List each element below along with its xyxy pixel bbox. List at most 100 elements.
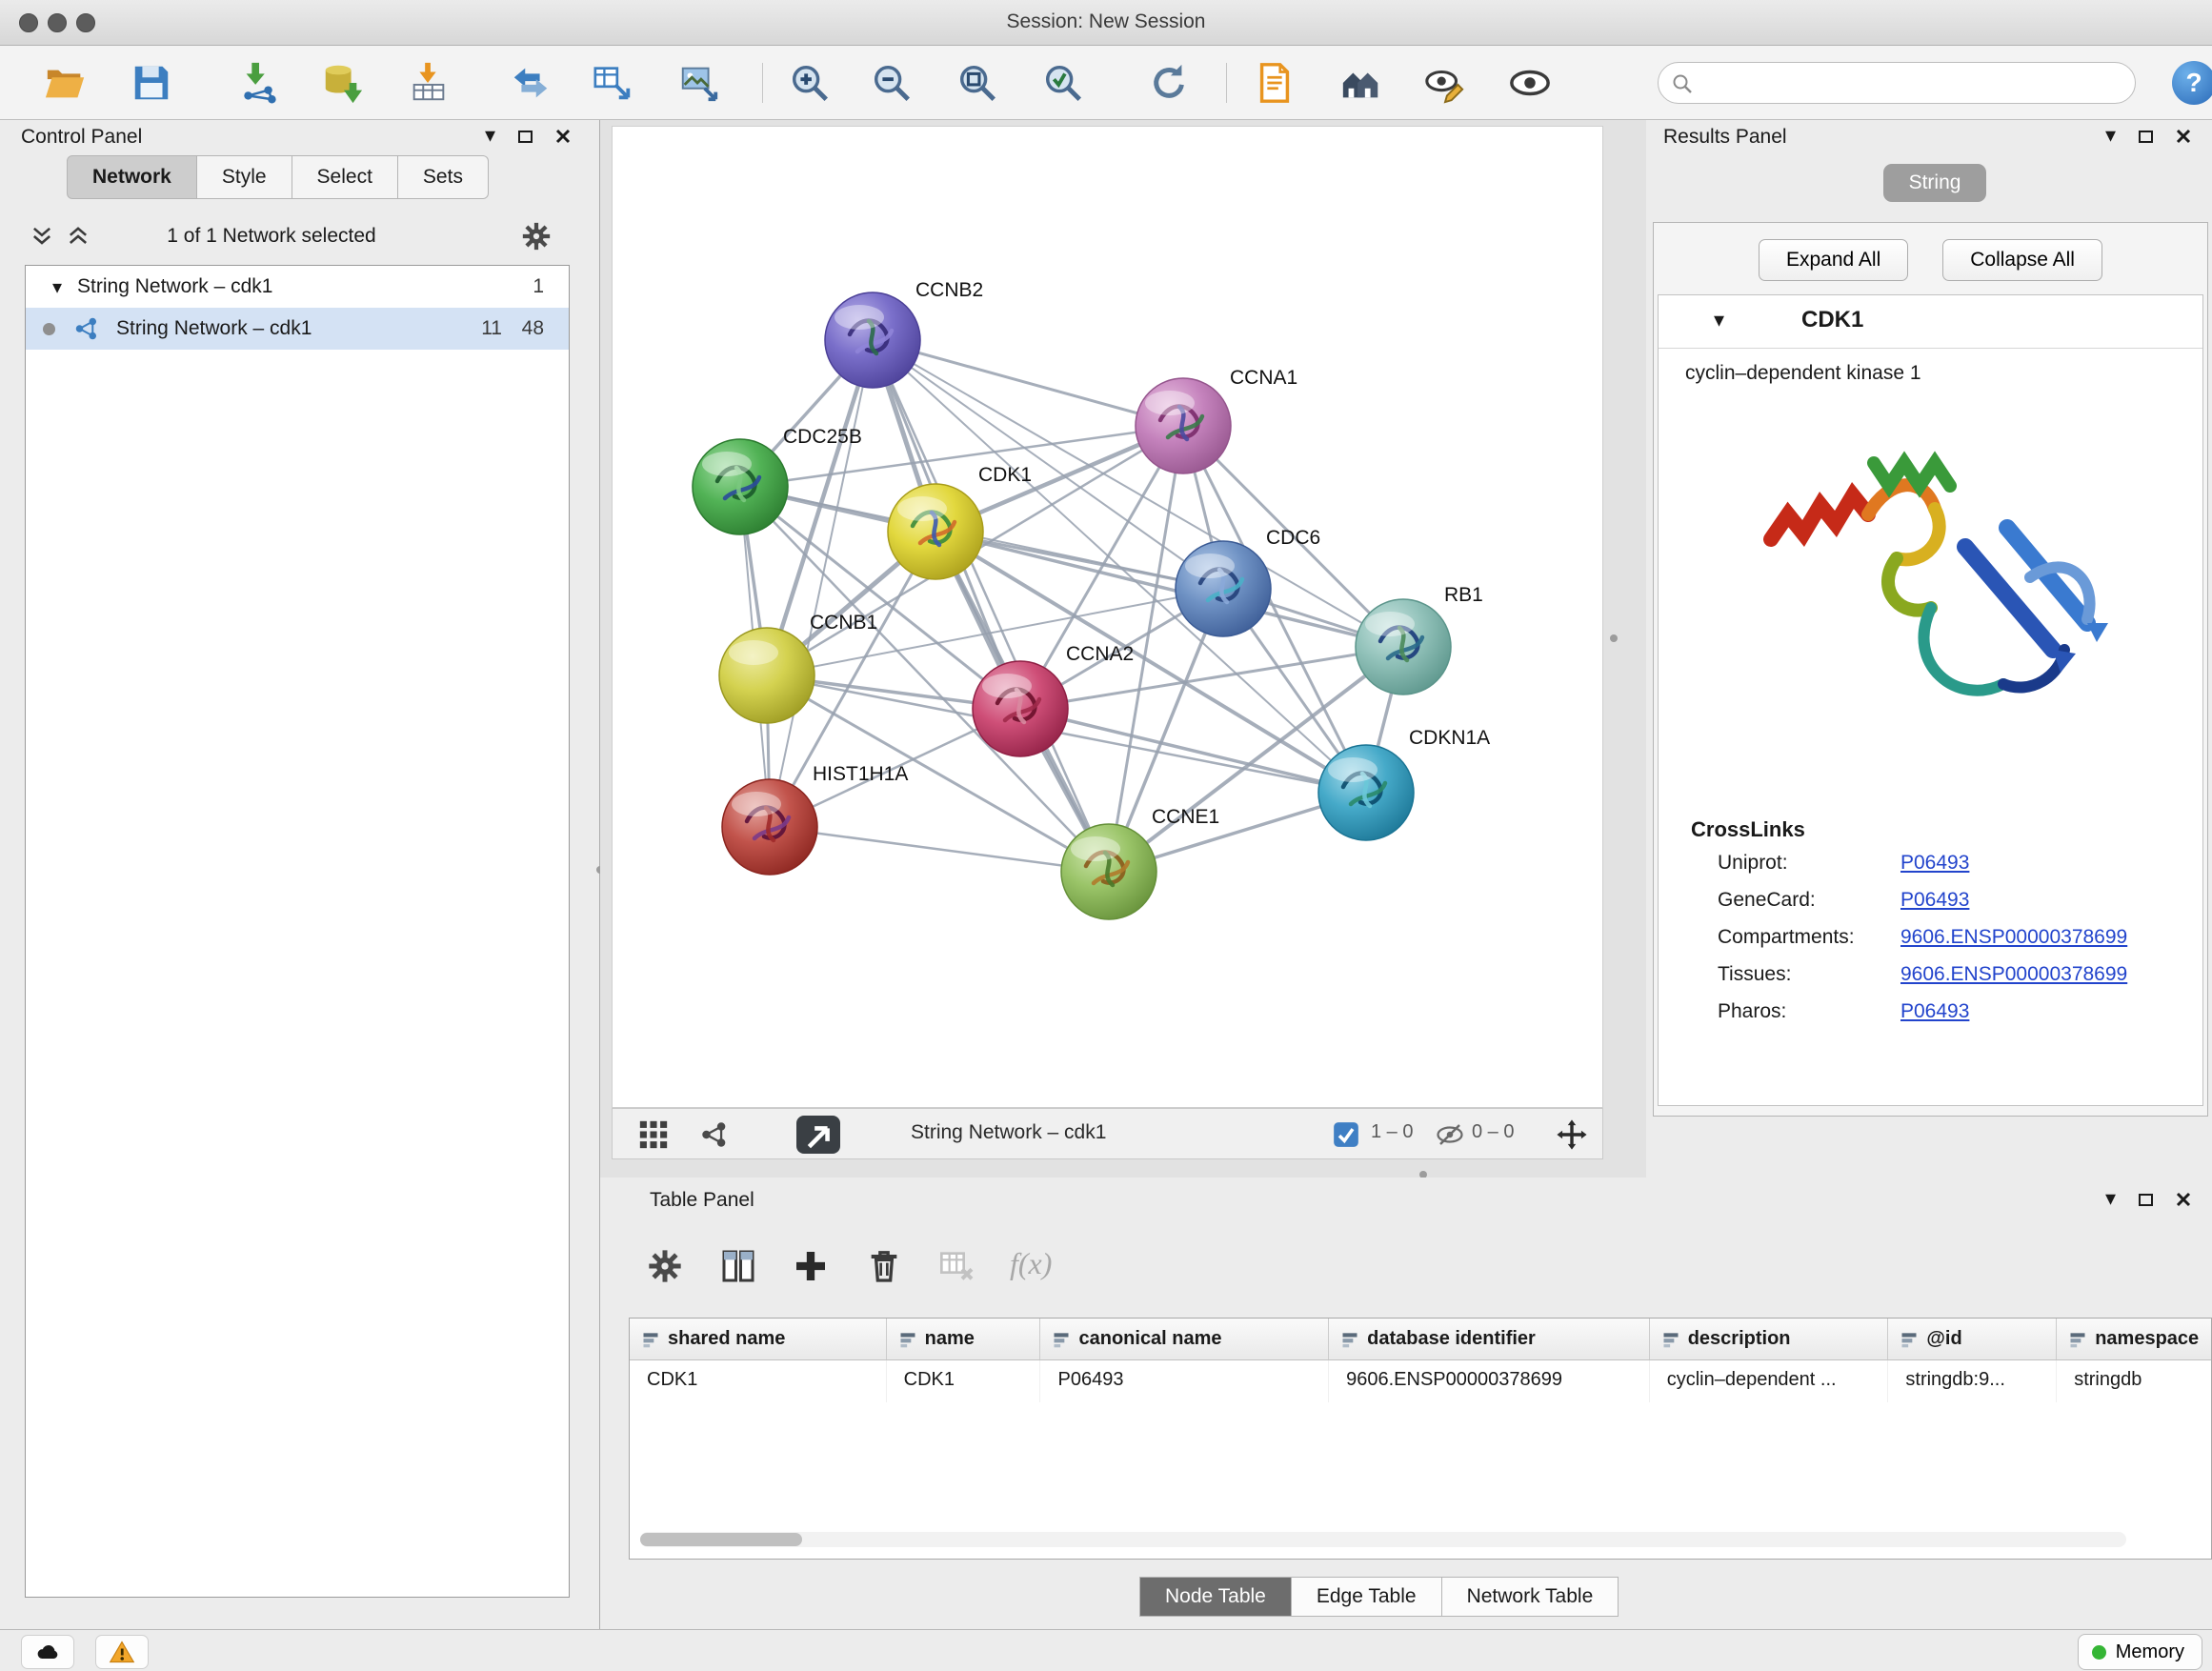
open-session-icon[interactable] [44,60,90,106]
collapse-all-button[interactable]: Collapse All [1942,239,2102,281]
memory-button[interactable]: Memory [2078,1634,2202,1670]
network-options-gear-icon[interactable] [520,220,553,252]
tab-style[interactable]: Style [197,155,292,199]
cloud-icon [33,1639,62,1665]
network-collection-row[interactable]: ▾ String Network – cdk1 1 [26,266,569,308]
crosslinks-title: CrossLinks [1691,817,2202,842]
scrollbar-thumb[interactable] [640,1533,802,1546]
network-edge[interactable] [770,340,873,827]
import-table-icon[interactable] [407,60,452,106]
float-panel-icon[interactable] [2139,1194,2153,1206]
column-header-namespace[interactable]: namespace [2057,1319,2211,1359]
delete-column-trash-icon[interactable] [865,1247,903,1285]
birdseye-export-button[interactable] [796,1116,840,1154]
function-builder-icon[interactable]: f(x) [1010,1246,1052,1281]
tab-sets[interactable]: Sets [398,155,489,199]
merge-networks-icon[interactable] [592,60,637,106]
network-node-cdkn1a[interactable]: CDKN1A [1318,727,1490,840]
status-bar: Memory [0,1629,2212,1671]
network-from-selection-icon[interactable] [509,60,554,106]
network-canvas[interactable]: CCNB2CCNA1CDC25BCDK1CDC6RB1CCNB1CCNA2CDK… [612,126,1603,1108]
gene-section-header[interactable]: ▾ CDK1 [1659,295,2202,349]
column-header-database-identifier[interactable]: database identifier [1329,1319,1650,1359]
close-panel-icon[interactable] [2176,1192,2191,1207]
disclosure-triangle-icon[interactable]: ▾ [1714,309,1724,332]
network-row-selected[interactable]: String Network – cdk1 11 48 [26,308,569,350]
node-label: CDK1 [978,464,1032,486]
string-results-box: Expand All Collapse All ▾ CDK1 cyclin–de… [1653,222,2208,1117]
zoom-out-icon[interactable] [870,60,915,106]
crosslink-genecard-link[interactable]: P06493 [1900,889,1969,911]
network-graph[interactable]: CCNB2CCNA1CDC25BCDK1CDC6RB1CCNB1CCNA2CDK… [613,127,1604,1109]
network-node-hist1h1a[interactable]: HIST1H1A [722,763,908,875]
expand-all-button[interactable]: Expand All [1759,239,1908,281]
tab-node-table[interactable]: Node Table [1139,1577,1292,1617]
crosslink-uniprot-link[interactable]: P06493 [1900,852,1969,874]
column-header-canonical-name[interactable]: canonical name [1040,1319,1329,1359]
float-panel-icon[interactable] [2139,131,2153,143]
tab-select[interactable]: Select [292,155,398,199]
column-header-description[interactable]: description [1650,1319,1889,1359]
table-row[interactable]: CDK1 CDK1 P06493 9606.ENSP00000378699 cy… [630,1360,2211,1402]
network-edge[interactable] [1020,709,1366,793]
selected-items-checkbox-icon [1333,1121,1359,1148]
network-node-ccna1[interactable]: CCNA1 [1136,367,1297,473]
save-session-icon[interactable] [130,60,175,106]
export-image-icon[interactable] [677,60,723,106]
collapse-panel-icon[interactable]: ▾ [485,126,495,147]
tab-network[interactable]: Network [67,155,197,199]
disclosure-triangle-icon[interactable]: ▾ [52,275,62,298]
home-networks-icon[interactable] [1339,60,1385,106]
panel-resize-grip[interactable] [1610,634,1618,642]
network-edge[interactable] [770,827,1109,872]
zoom-selected-icon[interactable] [1041,60,1087,106]
zoom-in-icon[interactable] [788,60,834,106]
show-view-icon[interactable] [1508,60,1554,106]
node-table: shared name name canonical name database… [629,1318,2212,1560]
network-edge[interactable] [873,340,1109,872]
hide-labels-icon[interactable] [1423,60,1469,106]
string-results-tab[interactable]: String [1883,164,1986,202]
cell-namespace: stringdb [2057,1360,2211,1402]
create-column-plus-icon[interactable] [792,1247,830,1285]
column-header-name[interactable]: name [887,1319,1041,1359]
network-node-cdc25b[interactable]: CDC25B [693,426,862,534]
network-selection-row: 1 of 1 Network selected [0,215,600,259]
network-node-cdk1[interactable]: CDK1 [888,464,1032,579]
collapse-panel-icon[interactable]: ▾ [2105,1189,2116,1210]
network-node-ccnb1[interactable]: CCNB1 [719,612,877,723]
show-columns-icon[interactable] [719,1247,757,1285]
annotation-document-icon[interactable] [1253,60,1298,106]
horizontal-scrollbar[interactable] [640,1532,2126,1547]
network-node-rb1[interactable]: RB1 [1356,584,1483,695]
zoom-fit-icon[interactable] [955,60,1001,106]
tab-network-table[interactable]: Network Table [1442,1577,1619,1617]
crosslink-compartments-link[interactable]: 9606.ENSP00000378699 [1900,926,2127,948]
node-gloss-highlight [1071,836,1120,861]
grid-view-icon[interactable] [637,1118,670,1151]
window-title: Session: New Session [0,10,2212,33]
refresh-icon[interactable] [1147,60,1193,106]
search-input[interactable] [1702,65,2122,101]
import-network-file-icon[interactable] [237,60,283,106]
column-header-shared-name[interactable]: shared name [630,1319,887,1359]
column-header-at-id[interactable]: @id [1888,1319,2057,1359]
node-gloss-highlight [1328,757,1377,782]
help-button[interactable]: ? [2172,61,2212,105]
fit-content-crosshair-icon[interactable] [1556,1118,1588,1151]
close-panel-icon[interactable] [555,129,571,144]
crosslink-pharos-link[interactable]: P06493 [1900,1000,1969,1022]
close-panel-icon[interactable] [2176,129,2191,144]
crosslink-tissues-link[interactable]: 9606.ENSP00000378699 [1900,963,2127,985]
tab-edge-table[interactable]: Edge Table [1292,1577,1442,1617]
float-panel-icon[interactable] [518,131,533,143]
collapse-panel-icon[interactable]: ▾ [2105,126,2116,147]
cloud-services-button[interactable] [21,1635,74,1669]
table-panel: Table Panel ▾ f(x) shared name name cano… [600,1178,2212,1629]
network-node-ccnb2[interactable]: CCNB2 [825,279,983,388]
network-overview-icon[interactable] [698,1118,731,1151]
table-options-gear-icon[interactable] [646,1247,684,1285]
import-network-database-icon[interactable] [320,60,366,106]
warnings-button[interactable] [95,1635,149,1669]
crosslink-row: Compartments:9606.ENSP00000378699 [1718,926,2202,949]
